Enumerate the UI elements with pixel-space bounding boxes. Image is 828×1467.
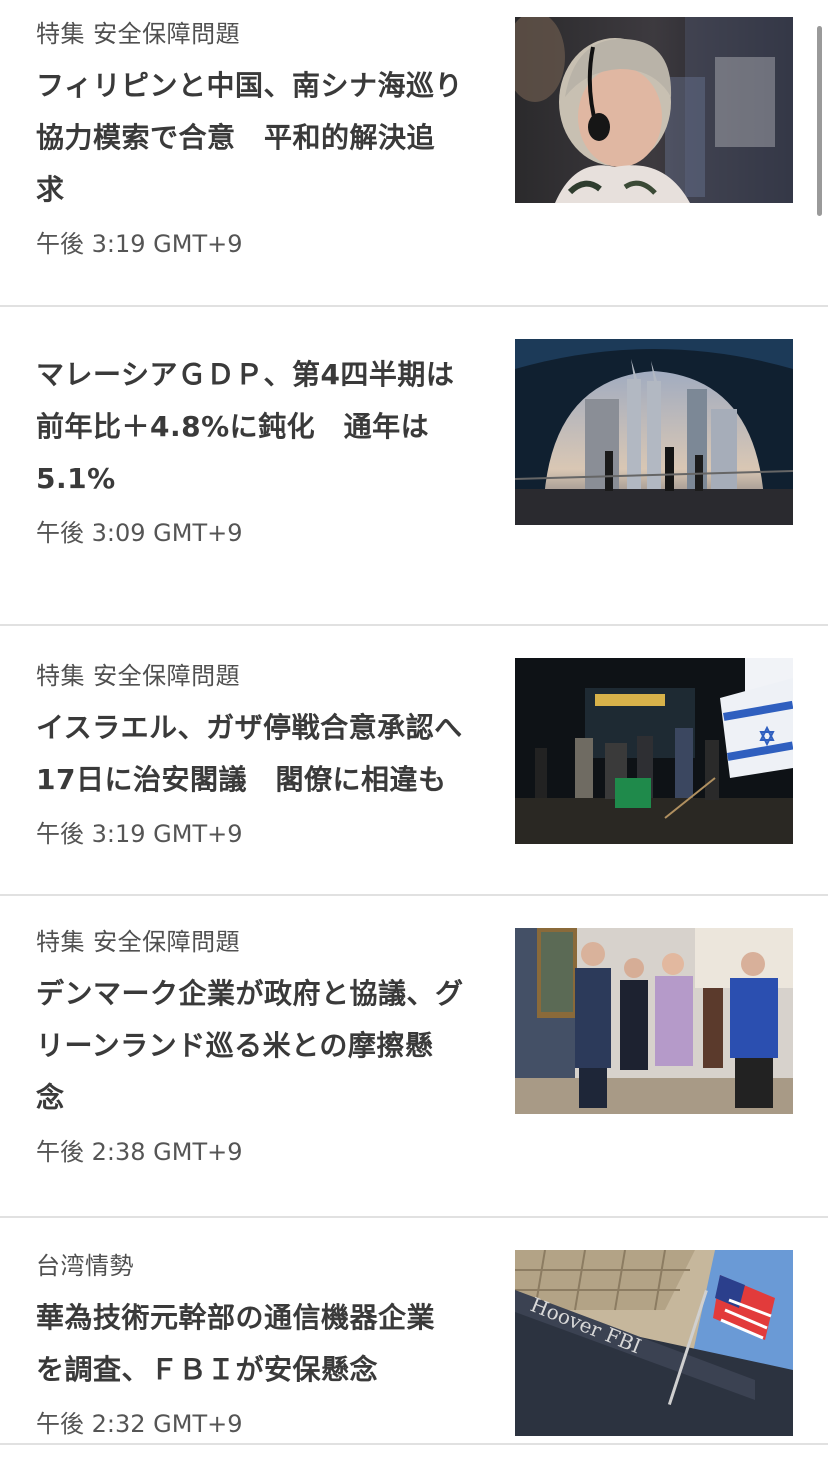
officials-walking-corridor-photo — [515, 928, 793, 1114]
headline-line: 華為技術元幹部の通信機器企業 — [36, 1301, 436, 1334]
article-kicker[interactable]: 特集 安全保障問題 — [36, 660, 486, 692]
headline-line: デンマーク企業が政府と協議、グ — [36, 977, 464, 1010]
article-kicker[interactable]: 特集 安全保障問題 — [36, 926, 486, 958]
bottom-bar — [0, 1443, 828, 1467]
article-timestamp: 午後 3:09 GMT+9 — [36, 519, 243, 547]
article-headline[interactable]: デンマーク企業が政府と協議、グ リーンランド巡る米との摩擦懸 念 — [36, 968, 486, 1124]
kuala-lumpur-skyline-photo — [515, 339, 793, 525]
fbi-building-flag-photo: Hoover FBI — [515, 1250, 793, 1436]
article-card[interactable]: マレーシアＧＤＰ、第4四半期は 前年比＋4.8%に鈍化 通年は 5.1% 午後 … — [0, 307, 828, 626]
article-thumbnail[interactable] — [515, 658, 793, 844]
article-thumbnail[interactable]: Hoover FBI — [515, 1250, 793, 1436]
headline-line: 17日に治安閣議 閣僚に相違も — [36, 763, 447, 796]
article-text: 台湾情勢 華為技術元幹部の通信機器企業 を調査、ＦＢＩが安保懸念 午後 2:32… — [36, 1250, 486, 1440]
article-thumbnail[interactable] — [515, 339, 793, 525]
article-timestamp: 午後 2:38 GMT+9 — [36, 1138, 243, 1166]
article-thumbnail[interactable] — [515, 928, 793, 1114]
woman-with-headphones-photo — [515, 17, 793, 203]
article-headline[interactable]: 華為技術元幹部の通信機器企業 を調査、ＦＢＩが安保懸念 — [36, 1292, 486, 1396]
scrollbar-thumb[interactable] — [817, 26, 822, 216]
article-card[interactable]: 特集 安全保障問題 フィリピンと中国、南シナ海巡り 協力模索で合意 平和的解決追… — [0, 0, 828, 307]
article-text: 特集 安全保障問題 フィリピンと中国、南シナ海巡り 協力模索で合意 平和的解決追… — [36, 18, 486, 260]
article-kicker[interactable]: 台湾情勢 — [36, 1250, 486, 1282]
article-timestamp: 午後 3:19 GMT+9 — [36, 820, 243, 848]
article-text: マレーシアＧＤＰ、第4四半期は 前年比＋4.8%に鈍化 通年は 5.1% 午後 … — [36, 353, 486, 549]
article-timestamp: 午後 2:32 GMT+9 — [36, 1410, 243, 1438]
article-card[interactable]: 特集 安全保障問題 イスラエル、ガザ停戦合意承認へ 17日に治安閣議 閣僚に相違… — [0, 626, 828, 896]
headline-line: フィリピンと中国、南シナ海巡り — [36, 69, 463, 102]
article-headline[interactable]: イスラエル、ガザ停戦合意承認へ 17日に治安閣議 閣僚に相違も — [36, 702, 486, 806]
article-headline[interactable]: フィリピンと中国、南シナ海巡り 協力模索で合意 平和的解決追 求 — [36, 60, 486, 216]
headline-line: 前年比＋4.8%に鈍化 通年は — [36, 410, 430, 443]
headline-line: イスラエル、ガザ停戦合意承認へ — [36, 711, 463, 744]
headline-line: 協力模索で合意 平和的解決追 — [36, 121, 436, 154]
israel-protest-night-photo — [515, 658, 793, 844]
headline-line: マレーシアＧＤＰ、第4四半期は — [36, 358, 455, 391]
headline-line: 念 — [36, 1081, 65, 1114]
headline-line: リーンランド巡る米との摩擦懸 — [36, 1029, 434, 1062]
article-timestamp: 午後 3:19 GMT+9 — [36, 230, 243, 258]
article-headline[interactable]: マレーシアＧＤＰ、第4四半期は 前年比＋4.8%に鈍化 通年は 5.1% — [36, 349, 486, 505]
article-text: 特集 安全保障問題 デンマーク企業が政府と協議、グ リーンランド巡る米との摩擦懸… — [36, 926, 486, 1168]
article-card[interactable]: 台湾情勢 華為技術元幹部の通信機器企業 を調査、ＦＢＩが安保懸念 午後 2:32… — [0, 1218, 828, 1465]
article-thumbnail[interactable] — [515, 17, 793, 203]
article-card[interactable]: 特集 安全保障問題 デンマーク企業が政府と協議、グ リーンランド巡る米との摩擦懸… — [0, 896, 828, 1218]
headline-line: を調査、ＦＢＩが安保懸念 — [36, 1353, 379, 1386]
article-text: 特集 安全保障問題 イスラエル、ガザ停戦合意承認へ 17日に治安閣議 閣僚に相違… — [36, 660, 486, 850]
headline-line: 5.1% — [36, 462, 116, 495]
article-kicker[interactable]: 特集 安全保障問題 — [36, 18, 486, 50]
headline-line: 求 — [36, 173, 65, 206]
